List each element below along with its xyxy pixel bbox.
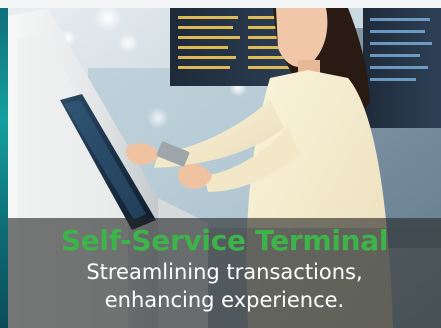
left-accent-strip (0, 8, 8, 328)
banner-caption: Self-Service Terminal Streamlining trans… (8, 224, 441, 314)
promo-banner: Self-Service Terminal Streamlining trans… (0, 0, 441, 328)
banner-headline: Self-Service Terminal (60, 224, 389, 257)
top-border (0, 0, 441, 8)
banner-subtitle-line-1: Streamlining transactions, (86, 260, 363, 284)
banner-subtitle-line-2: enhancing experience. (104, 288, 345, 312)
